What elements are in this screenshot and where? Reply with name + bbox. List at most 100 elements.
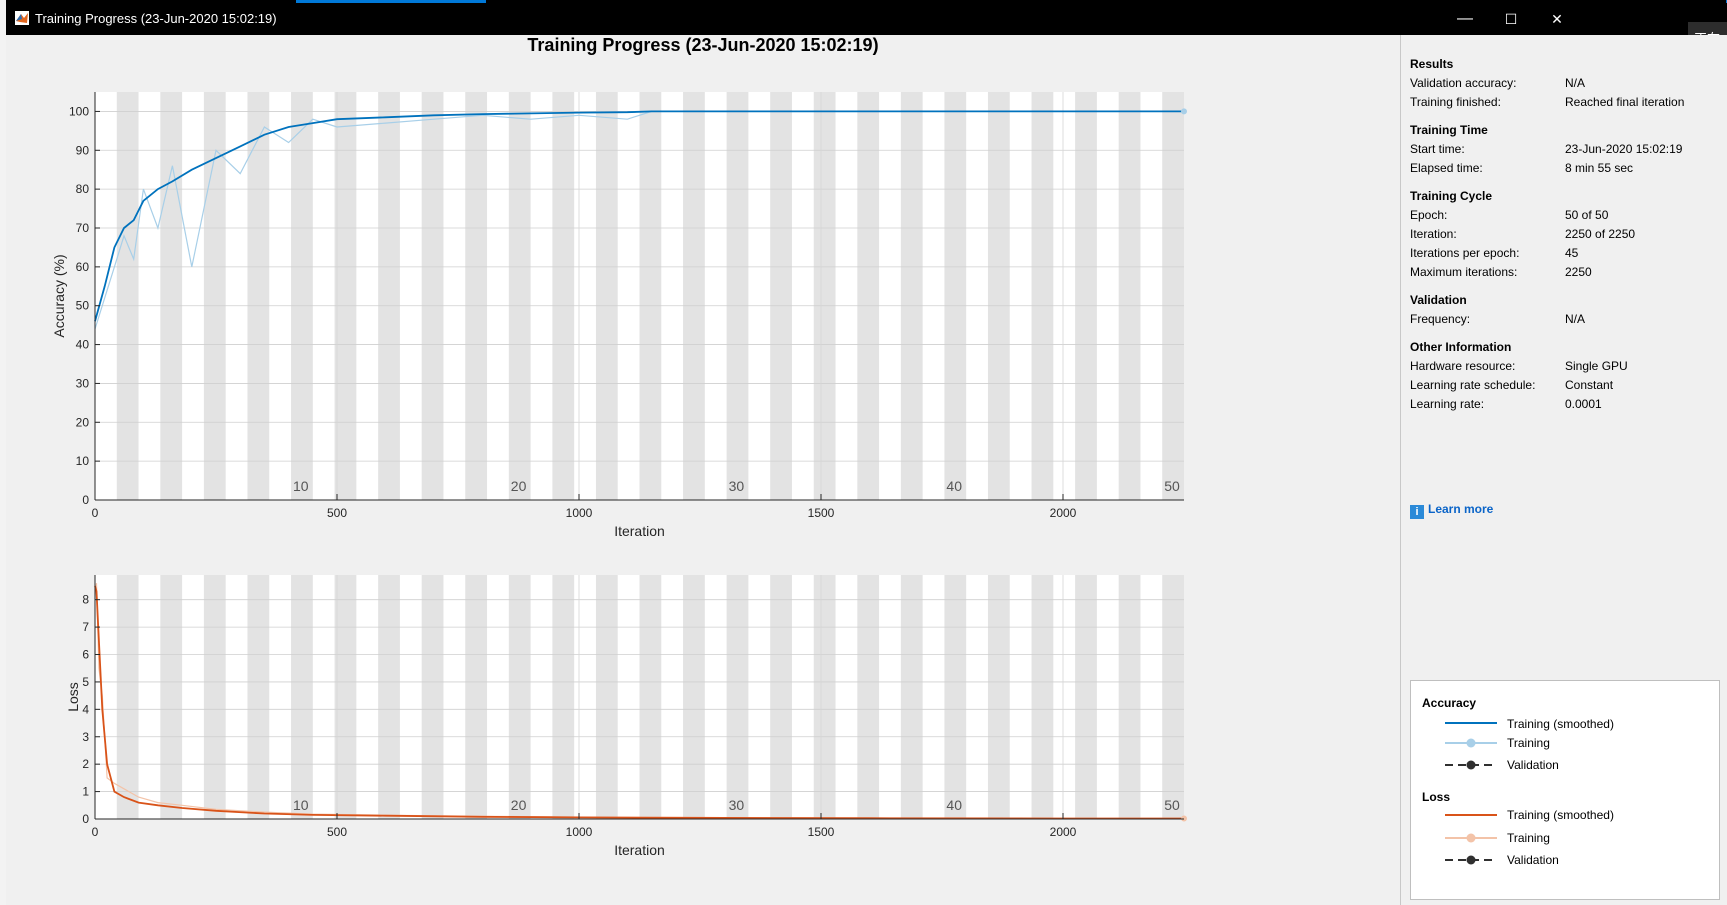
epoch-band: [1075, 575, 1097, 819]
y-tick-label: 1: [82, 785, 89, 799]
epoch-band: [595, 575, 618, 819]
legend-accuracy-heading: Accuracy: [1422, 696, 1477, 710]
legend-accuracy-smoothed: Training (smoothed): [1507, 717, 1614, 731]
epoch-band: [508, 92, 531, 500]
epoch-band: [770, 575, 792, 819]
result-label: Epoch:: [1410, 208, 1448, 222]
x-tick-label: 2000: [1050, 825, 1077, 839]
y-axis-label: Loss: [65, 682, 81, 712]
result-value: N/A: [1565, 76, 1586, 90]
x-tick-label: 500: [327, 825, 347, 839]
result-label: Elapsed time:: [1410, 161, 1483, 175]
y-tick-label: 60: [76, 260, 90, 274]
maximize-button[interactable]: ☐: [1488, 5, 1534, 33]
epoch-label: 50: [1164, 478, 1180, 494]
epoch-band: [726, 575, 749, 819]
y-tick-label: 4: [82, 702, 89, 716]
epoch-label: 40: [946, 797, 962, 813]
epoch-band: [1031, 575, 1054, 819]
epoch-band: [552, 575, 575, 819]
epoch-band: [291, 575, 313, 819]
x-axis-label: Iteration: [614, 842, 665, 858]
result-label: Start time:: [1410, 142, 1465, 156]
x-tick-label: 500: [327, 506, 347, 520]
legend-loss-smoothed-sample: [1445, 814, 1497, 816]
legend-loss-validation: Validation: [1507, 853, 1559, 867]
epoch-band: [813, 92, 836, 500]
result-label: Learning rate:: [1410, 397, 1485, 411]
x-tick-label: 0: [92, 506, 99, 520]
epoch-band: [465, 575, 488, 819]
epoch-band: [683, 92, 705, 500]
accuracy-chart[interactable]: 10 20 30 40 5001020304050607080901000 500 1000…: [6, 55, 1400, 575]
result-label: Frequency:: [1410, 312, 1471, 326]
result-label: Iterations per epoch:: [1410, 246, 1520, 260]
section-heading: Other Information: [1410, 340, 1512, 354]
epoch-band: [857, 575, 880, 819]
epoch-band: [987, 92, 1010, 500]
result-label: Hardware resource:: [1410, 359, 1516, 373]
section-heading: Validation: [1410, 293, 1467, 307]
x-tick-label: 1500: [808, 506, 835, 520]
epoch-band: [639, 575, 662, 819]
result-value: Constant: [1565, 378, 1614, 392]
legend-loss-smoothed: Training (smoothed): [1507, 808, 1614, 822]
epoch-band: [639, 92, 662, 500]
result-label: Maximum iterations:: [1410, 265, 1518, 279]
y-tick-label: 70: [76, 221, 90, 235]
y-tick-label: 8: [82, 593, 89, 607]
loss-chart[interactable]: 10 20 30 40 500123456780 500 1000 1500 2000Itera…: [6, 575, 1400, 905]
epoch-band: [944, 575, 967, 819]
final-point-marker: [1181, 108, 1187, 115]
legend-accuracy-training: Training: [1507, 736, 1550, 750]
epoch-band: [1118, 575, 1141, 819]
epoch-band: [291, 92, 313, 500]
matlab-icon: [15, 11, 29, 25]
figure-title: Training Progress (23-Jun-2020 15:02:19): [527, 35, 879, 55]
x-axis-label: Iteration: [614, 523, 665, 539]
y-tick-label: 20: [76, 415, 90, 429]
epoch-band: [160, 92, 183, 500]
y-tick-label: 7: [82, 620, 89, 634]
result-value: 2250: [1565, 265, 1592, 279]
x-tick-label: 1500: [808, 825, 835, 839]
epoch-band: [813, 575, 836, 819]
plot-area: Training Progress (23-Jun-2020 15:02:19)…: [6, 35, 1400, 905]
epoch-label: 30: [729, 797, 745, 813]
epoch-band: [1118, 92, 1141, 500]
epoch-label: 40: [946, 478, 962, 494]
epoch-band: [595, 92, 618, 500]
epoch-label: 10: [293, 478, 309, 494]
epoch-band: [683, 575, 705, 819]
x-tick-label: 1000: [566, 825, 593, 839]
y-tick-label: 0: [82, 812, 89, 826]
title-bar[interactable]: Training Progress (23-Jun-2020 15:02:19)…: [6, 0, 1727, 35]
epoch-band: [1075, 92, 1097, 500]
minimize-button[interactable]: —: [1442, 5, 1488, 33]
legend-loss-training-sample: [1445, 833, 1497, 843]
learn-more-link[interactable]: i Learn more: [1410, 502, 1493, 519]
epoch-band: [334, 575, 357, 819]
legend-loss-heading: Loss: [1422, 790, 1451, 804]
legend-loss-training: Training: [1507, 831, 1550, 845]
epoch-band: [508, 575, 531, 819]
result-value: 2250 of 2250: [1565, 227, 1636, 241]
result-label: Training finished:: [1410, 95, 1501, 109]
result-label: Learning rate schedule:: [1410, 378, 1536, 392]
result-value: Single GPU: [1565, 359, 1628, 373]
result-value: 50 of 50: [1565, 208, 1609, 222]
epoch-band: [1162, 92, 1184, 500]
epoch-band: [552, 92, 575, 500]
result-label: Validation accuracy:: [1410, 76, 1517, 90]
epoch-band: [987, 575, 1010, 819]
section-heading: Results: [1410, 57, 1454, 71]
epoch-band: [247, 575, 270, 819]
y-tick-label: 5: [82, 675, 89, 689]
legend-accuracy-validation: Validation: [1507, 758, 1559, 772]
close-button[interactable]: ✕: [1534, 5, 1580, 33]
final-point-marker: [1181, 815, 1187, 822]
epoch-band: [334, 92, 357, 500]
y-tick-label: 40: [76, 338, 90, 352]
epoch-label: 20: [511, 478, 527, 494]
y-axis-label: Accuracy (%): [51, 254, 67, 337]
